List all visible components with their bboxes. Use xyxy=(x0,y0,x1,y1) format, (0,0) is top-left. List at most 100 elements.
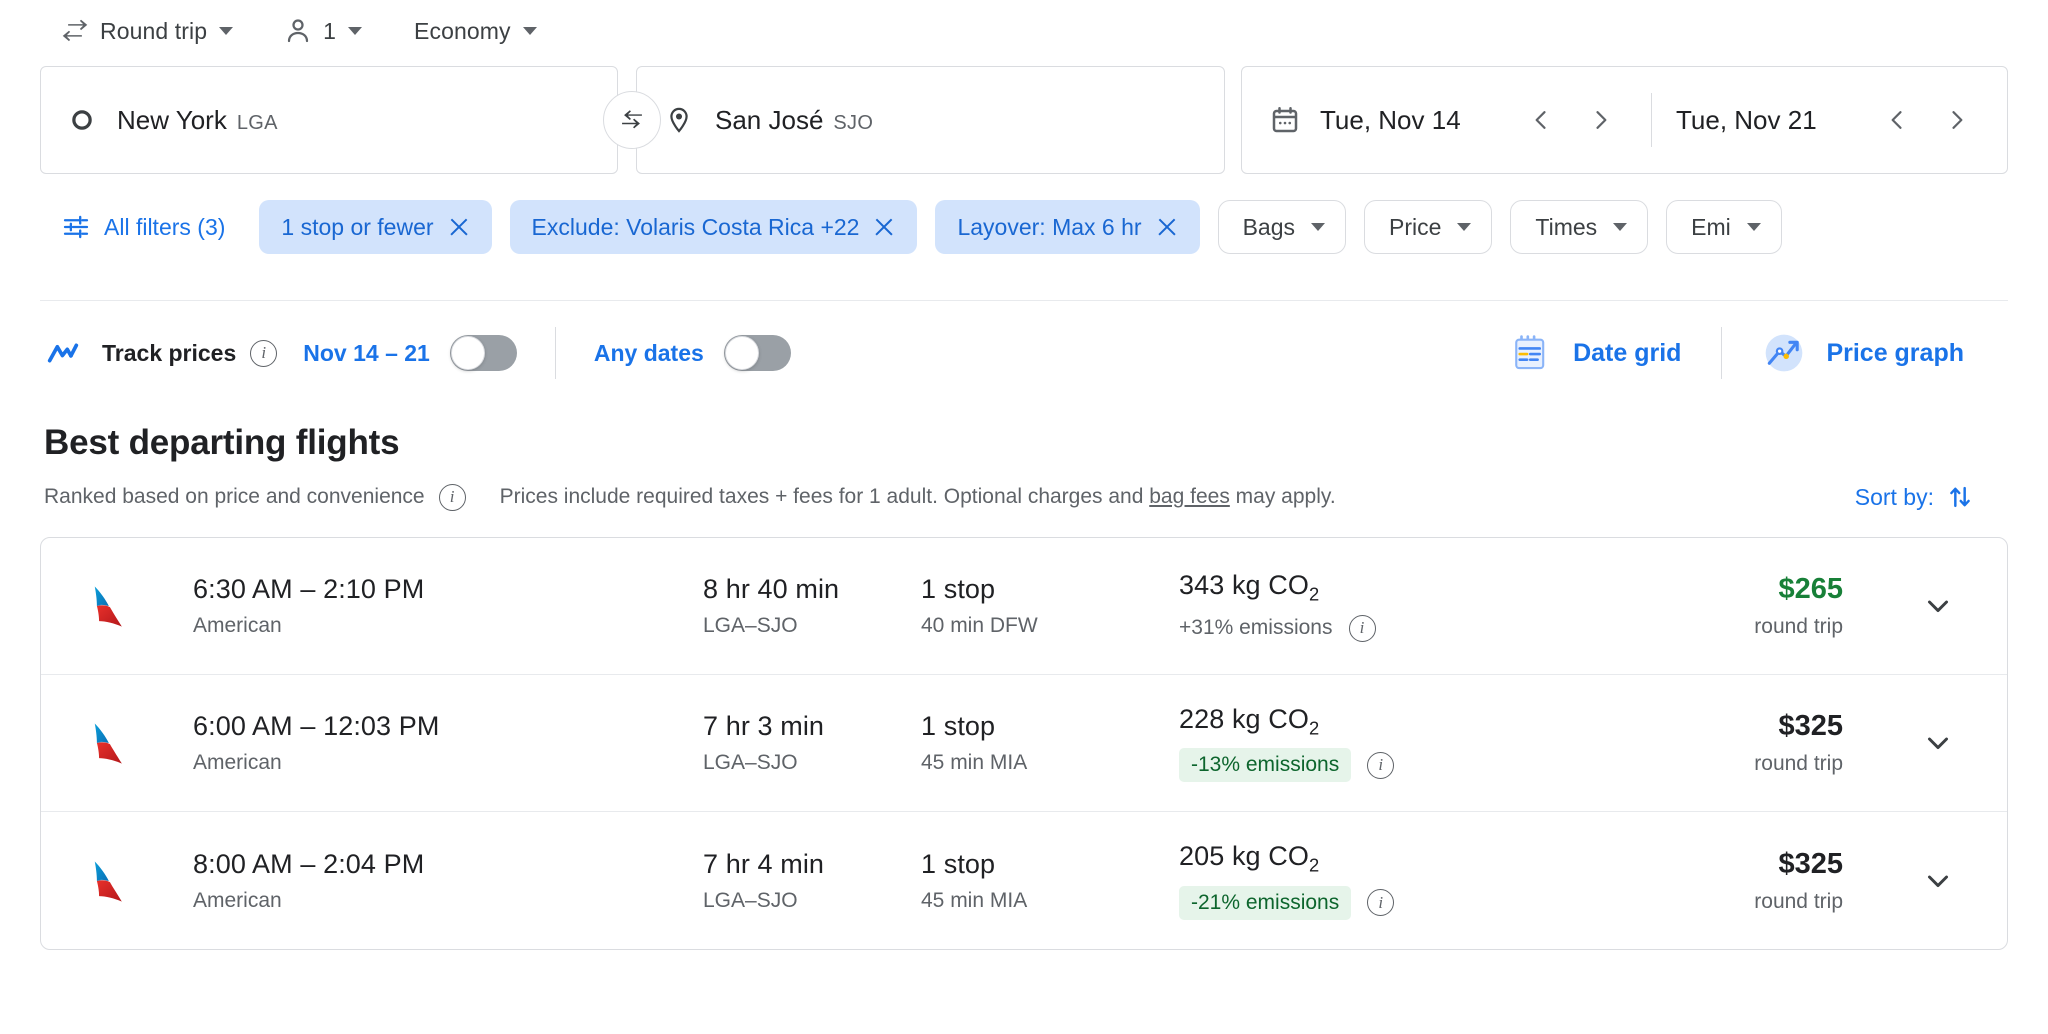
origin-input[interactable]: New York LGA xyxy=(40,66,618,174)
flight-stops: 1 stop xyxy=(921,711,1179,742)
ranked-note: Ranked based on price and convenience xyxy=(44,485,425,509)
prices-note-before: Prices include required taxes + fees for… xyxy=(500,485,1150,508)
all-filters-button[interactable]: All filters (3) xyxy=(40,201,241,253)
status-badge: +31% emissions xyxy=(1179,616,1333,640)
prices-note: Prices include required taxes + fees for… xyxy=(500,485,1336,509)
date-grid-label: Date grid xyxy=(1573,339,1681,368)
return-prev-day-button[interactable] xyxy=(1871,94,1923,146)
depart-date-navs xyxy=(1515,94,1627,146)
price-graph-label: Price graph xyxy=(1826,339,1964,368)
depart-prev-day-button[interactable] xyxy=(1515,94,1567,146)
any-dates-label[interactable]: Any dates xyxy=(594,340,704,367)
dates-input[interactable]: Tue, Nov 14 Tue, Nov 21 xyxy=(1241,66,2008,174)
flight-duration-column: 7 hr 4 min LGA–SJO xyxy=(703,849,921,913)
flight-price-column: $325 round trip xyxy=(1754,710,1849,776)
emissions-delta-line: -21% emissions i xyxy=(1179,886,1459,920)
cabin-class-selector[interactable]: Economy xyxy=(400,8,551,54)
close-icon[interactable] xyxy=(448,216,470,238)
trip-options-bar: Round trip 1 Economy xyxy=(40,0,2008,62)
bag-fees-link[interactable]: bag fees xyxy=(1149,485,1230,508)
depart-next-day-button[interactable] xyxy=(1575,94,1627,146)
chip-stops-filter[interactable]: 1 stop or fewer xyxy=(259,200,491,254)
table-row[interactable]: 6:00 AM – 12:03 PM American 7 hr 3 min L… xyxy=(41,675,2007,812)
track-date-range-toggle[interactable] xyxy=(450,335,517,371)
price-graph-icon xyxy=(1762,331,1806,375)
date-grid-button[interactable]: Date grid xyxy=(1497,322,1695,384)
swap-places-button[interactable] xyxy=(603,91,661,149)
tune-sliders-icon xyxy=(62,213,90,241)
prices-note-after: may apply. xyxy=(1230,485,1336,508)
flight-results-list: 6:30 AM – 2:10 PM American 8 hr 40 min L… xyxy=(40,537,2008,950)
chip-price-dropdown[interactable]: Price xyxy=(1364,200,1492,254)
date-divider xyxy=(1651,93,1652,147)
return-next-day-button[interactable] xyxy=(1931,94,1983,146)
flight-price-sub: round trip xyxy=(1754,890,1843,914)
flight-route: LGA–SJO xyxy=(703,889,921,913)
flight-co2: 343 kg CO2 xyxy=(1179,570,1459,605)
track-prices-group: Track prices i Nov 14 – 21 Any dates xyxy=(46,327,791,379)
track-date-range-label[interactable]: Nov 14 – 21 xyxy=(303,340,430,367)
passenger-selector[interactable]: 1 xyxy=(269,8,376,54)
flight-times: 6:30 AM – 2:10 PM xyxy=(193,574,703,605)
depart-date-cell[interactable]: Tue, Nov 14 xyxy=(1270,67,1627,173)
flight-layover: 45 min MIA xyxy=(921,751,1179,775)
circle-origin-icon xyxy=(69,107,95,133)
chip-airlines-filter[interactable]: Exclude: Volaris Costa Rica +22 xyxy=(510,200,918,254)
destination-text: San José SJO xyxy=(715,105,873,136)
view-switch-group: Date grid Price graph xyxy=(1497,321,2008,385)
chevron-down-icon xyxy=(219,27,233,35)
flight-times-column: 6:30 AM – 2:10 PM American xyxy=(193,574,703,638)
expand-flight-button[interactable] xyxy=(1907,712,1969,774)
info-icon[interactable]: i xyxy=(1367,889,1394,916)
flight-route: LGA–SJO xyxy=(703,751,921,775)
flight-times-column: 6:00 AM – 12:03 PM American xyxy=(193,711,703,775)
close-icon[interactable] xyxy=(873,216,895,238)
sort-arrows-icon xyxy=(1946,483,1974,511)
origin-text: New York LGA xyxy=(117,105,278,136)
price-graph-button[interactable]: Price graph xyxy=(1748,321,1978,385)
expand-flight-button[interactable] xyxy=(1907,850,1969,912)
return-date-navs xyxy=(1871,94,1983,146)
expand-flight-button[interactable] xyxy=(1907,575,1969,637)
info-icon[interactable]: i xyxy=(1349,615,1376,642)
chevron-down-icon xyxy=(1311,223,1325,231)
chevron-down-icon xyxy=(1613,223,1627,231)
return-date-cell[interactable]: Tue, Nov 21 xyxy=(1676,67,1983,173)
table-row[interactable]: 8:00 AM – 2:04 PM American 7 hr 4 min LG… xyxy=(41,812,2007,949)
chip-times-dropdown[interactable]: Times xyxy=(1510,200,1648,254)
results-header: Best departing flights Ranked based on p… xyxy=(40,423,2008,511)
chip-emissions-dropdown[interactable]: Emi xyxy=(1666,200,1782,254)
close-icon[interactable] xyxy=(1156,216,1178,238)
info-icon[interactable]: i xyxy=(250,340,277,367)
flight-times-column: 8:00 AM – 2:04 PM American xyxy=(193,849,703,913)
flight-duration: 7 hr 3 min xyxy=(703,711,921,742)
american-airlines-logo xyxy=(85,717,137,769)
trip-type-selector[interactable]: Round trip xyxy=(46,8,247,54)
cabin-class-label: Economy xyxy=(414,18,511,45)
destination-input[interactable]: San José SJO xyxy=(636,66,1225,174)
view-switch-divider xyxy=(1721,327,1722,379)
chip-bags-dropdown[interactable]: Bags xyxy=(1218,200,1346,254)
chip-label: Bags xyxy=(1243,214,1295,241)
chip-label: Layover: Max 6 hr xyxy=(957,214,1141,241)
flight-layover: 45 min MIA xyxy=(921,889,1179,913)
co2-value: 343 kg CO xyxy=(1179,570,1309,600)
search-fields-row: New York LGA xyxy=(40,66,2008,174)
airline-name: American xyxy=(193,889,703,913)
chevron-down-icon xyxy=(523,27,537,35)
chip-layover-filter[interactable]: Layover: Max 6 hr xyxy=(935,200,1199,254)
chevron-down-icon xyxy=(1747,223,1761,231)
co2-value: 205 kg CO xyxy=(1179,841,1309,871)
toggle-knob xyxy=(451,336,485,370)
any-dates-toggle[interactable] xyxy=(724,335,791,371)
info-icon[interactable]: i xyxy=(439,484,466,511)
passenger-count: 1 xyxy=(323,18,336,45)
flight-route: LGA–SJO xyxy=(703,614,921,638)
flight-search-page: Round trip 1 Economy xyxy=(0,0,2048,1034)
chip-label: 1 stop or fewer xyxy=(281,214,433,241)
flight-emissions-column: 343 kg CO2 +31% emissions i xyxy=(1179,570,1459,641)
co2-value: 228 kg CO xyxy=(1179,704,1309,734)
table-row[interactable]: 6:30 AM – 2:10 PM American 8 hr 40 min L… xyxy=(41,538,2007,675)
sort-by-button[interactable]: Sort by: xyxy=(1855,483,2008,511)
info-icon[interactable]: i xyxy=(1367,752,1394,779)
